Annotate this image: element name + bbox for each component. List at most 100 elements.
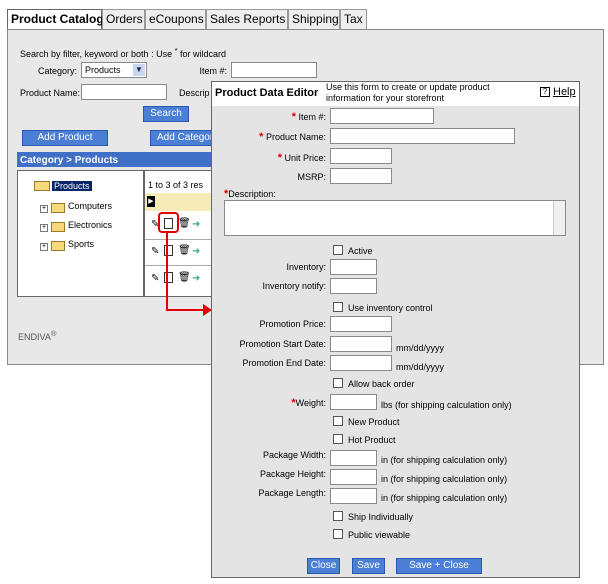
dialog-title: Product Data Editor <box>215 87 319 99</box>
tree-item-computers[interactable]: Computers <box>68 201 112 211</box>
edit-pencil-icon[interactable]: ✎ <box>151 246 159 257</box>
save-button[interactable]: Save <box>352 558 385 574</box>
category-select[interactable]: Products ▼ <box>81 62 147 78</box>
public-viewable-checkbox[interactable] <box>333 529 343 539</box>
promo-end-label: Promotion End Date: <box>242 358 326 368</box>
description-textarea[interactable] <box>224 200 566 236</box>
close-button[interactable]: Close <box>307 558 340 574</box>
expand-icon[interactable]: + <box>40 224 48 232</box>
callout-line <box>166 309 204 311</box>
tab-sales-reports[interactable]: Sales Reports <box>206 9 288 29</box>
brand-footer: ENDIVA® <box>18 329 57 342</box>
dimension-note: in (for shipping calculation only) <box>381 493 508 503</box>
expand-icon[interactable]: + <box>40 243 48 251</box>
trash-icon[interactable]: 🗑 <box>178 245 191 256</box>
hot-product-label: Hot Product <box>348 435 396 445</box>
folder-icon <box>51 241 65 251</box>
use-inventory-label: Use inventory control <box>348 303 433 313</box>
row-divider <box>145 265 214 266</box>
folder-open-icon <box>34 181 50 191</box>
help-link[interactable]: Help <box>553 86 576 98</box>
expand-icon[interactable]: + <box>40 205 48 213</box>
tab-product-catalog[interactable]: Product Catalog <box>7 9 104 30</box>
use-inventory-checkbox[interactable] <box>333 302 343 312</box>
product-name-field-label: * Product Name: <box>259 131 326 143</box>
unit-price-input[interactable] <box>330 148 392 164</box>
product-name-label: Product Name: <box>20 88 81 98</box>
promo-price-input[interactable] <box>330 316 392 332</box>
tree-item-sports[interactable]: Sports <box>68 239 94 249</box>
product-name-field[interactable] <box>330 128 515 144</box>
package-width-label: Package Width: <box>262 450 326 460</box>
package-height-label: Package Height: <box>259 469 326 479</box>
package-length-input[interactable] <box>330 488 377 504</box>
new-product-checkbox[interactable] <box>333 416 343 426</box>
add-category-button[interactable]: Add Categor <box>150 130 216 146</box>
breadcrumb: Category > Products <box>20 155 119 166</box>
promo-start-label: Promotion Start Date: <box>239 339 326 349</box>
dimension-note: in (for shipping calculation only) <box>381 455 508 465</box>
folder-icon <box>51 222 65 232</box>
tab-shipping[interactable]: Shipping <box>288 9 340 29</box>
item-field-label: * Item #: <box>291 111 326 123</box>
package-width-input[interactable] <box>330 450 377 466</box>
move-icon[interactable]: ➜ <box>192 273 200 284</box>
promo-end-input[interactable] <box>330 355 392 371</box>
inventory-input[interactable] <box>330 259 377 275</box>
edit-pencil-icon[interactable]: ✎ <box>151 273 159 284</box>
weight-note: lbs (for shipping calculation only) <box>381 400 512 410</box>
scrollbar[interactable] <box>553 201 565 235</box>
tree-item-products[interactable]: Products <box>52 181 92 191</box>
item-number-input[interactable] <box>330 108 434 124</box>
weight-label: *Weight: <box>291 397 326 409</box>
public-viewable-label: Public viewable <box>348 530 411 540</box>
allow-backorder-checkbox[interactable] <box>333 378 343 388</box>
inventory-notify-input[interactable] <box>330 278 377 294</box>
search-button[interactable]: Search <box>143 106 189 122</box>
results-count: 1 to 3 of 3 res <box>148 180 204 190</box>
move-icon[interactable]: ➜ <box>192 246 200 257</box>
msrp-label: MSRP: <box>297 172 326 182</box>
help-icon[interactable]: ? <box>540 87 550 97</box>
item-input[interactable] <box>231 62 317 78</box>
trash-icon[interactable]: 🗑 <box>178 218 191 229</box>
package-length-label: Package Length: <box>258 488 326 498</box>
tree-item-electronics[interactable]: Electronics <box>68 220 112 230</box>
tab-tax[interactable]: Tax <box>340 9 367 29</box>
move-icon[interactable]: ➜ <box>192 219 200 230</box>
results-header-row <box>145 193 214 211</box>
ship-individually-label: Ship Individually <box>348 512 414 522</box>
inventory-notify-label: Inventory notify: <box>262 281 326 291</box>
dimension-note: in (for shipping calculation only) <box>381 474 508 484</box>
item-label: Item #: <box>199 66 227 76</box>
msrp-input[interactable] <box>330 168 392 184</box>
folder-icon <box>51 203 65 213</box>
row-divider <box>145 239 214 240</box>
date-format-hint: mm/dd/yyyy <box>396 362 445 372</box>
search-hint: Search by filter, keyword or both : Use … <box>20 46 227 59</box>
product-name-input[interactable] <box>81 84 167 100</box>
promo-start-input[interactable] <box>330 336 392 352</box>
tab-orders[interactable]: Orders <box>102 9 145 29</box>
add-product-button[interactable]: Add Product <box>22 130 108 146</box>
inventory-label: Inventory: <box>286 262 326 272</box>
callout-line <box>166 233 168 311</box>
unit-price-label: * Unit Price: <box>277 152 326 164</box>
trash-icon[interactable]: 🗑 <box>178 272 191 283</box>
promo-price-label: Promotion Price: <box>259 319 326 329</box>
category-label: Category: <box>37 66 77 76</box>
tab-ecoupons[interactable]: eCoupons <box>145 9 206 29</box>
hot-product-checkbox[interactable] <box>333 434 343 444</box>
dialog-description: Use this form to create or update produc… <box>326 82 490 103</box>
description-field-label: *Description: <box>224 188 276 200</box>
chevron-down-icon: ▼ <box>133 64 145 76</box>
save-close-button[interactable]: Save + Close <box>396 558 482 574</box>
weight-input[interactable] <box>330 394 377 410</box>
ship-individually-checkbox[interactable] <box>333 511 343 521</box>
new-product-label: New Product <box>348 417 400 427</box>
allow-backorder-label: Allow back order <box>348 379 415 389</box>
description-label: Descrip <box>179 88 210 98</box>
expand-arrow-icon[interactable]: ▶ <box>147 196 155 207</box>
package-height-input[interactable] <box>330 469 377 485</box>
active-checkbox[interactable] <box>333 245 343 255</box>
